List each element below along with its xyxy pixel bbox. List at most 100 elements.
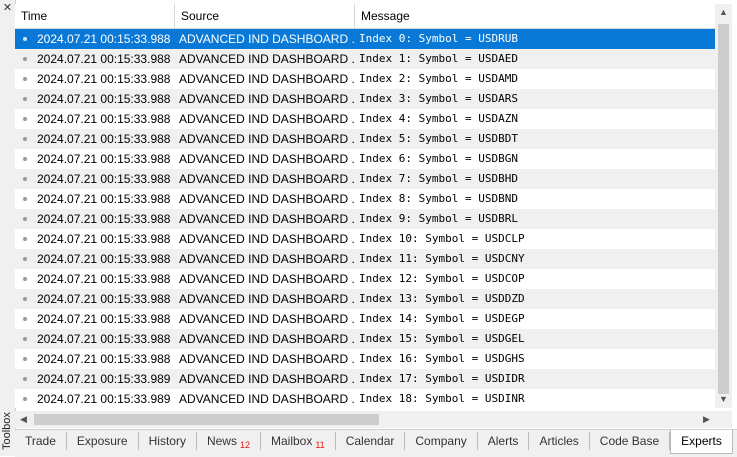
cell-source: ADVANCED IND DASHBOARD ... bbox=[179, 192, 355, 206]
tab-history[interactable]: History bbox=[139, 432, 197, 450]
tab-jou[interactable]: Jou bbox=[733, 432, 737, 450]
cell-source: ADVANCED IND DASHBOARD ... bbox=[179, 392, 355, 406]
dot-icon bbox=[23, 37, 27, 41]
time-value: 2024.07.21 00:15:33.988 bbox=[37, 192, 171, 206]
table-row[interactable]: 2024.07.21 00:15:33.988 ADVANCED IND DASH… bbox=[15, 89, 715, 109]
cell-source: ADVANCED IND DASHBOARD ... bbox=[179, 212, 355, 226]
cell-message: Index 3: Symbol = USDARS bbox=[359, 92, 518, 105]
horizontal-scrollbar[interactable]: ◀ ▶ bbox=[15, 411, 715, 428]
arrow-right-icon[interactable]: ▶ bbox=[698, 411, 715, 428]
dot-icon bbox=[23, 137, 27, 141]
toolbox-label: Toolbox bbox=[1, 412, 13, 450]
cell-time: 2024.07.21 00:15:33.988 bbox=[15, 229, 175, 249]
cell-time: 2024.07.21 00:15:33.988 bbox=[15, 29, 175, 49]
table-row[interactable]: 2024.07.21 00:15:33.988 ADVANCED IND DASH… bbox=[15, 49, 715, 69]
cell-time: 2024.07.21 00:15:33.988 bbox=[15, 149, 175, 169]
table-row[interactable]: 2024.07.21 00:15:33.988 ADVANCED IND DASH… bbox=[15, 149, 715, 169]
dot-icon bbox=[23, 277, 27, 281]
table-row[interactable]: 2024.07.21 00:15:33.988 ADVANCED IND DASH… bbox=[15, 109, 715, 129]
arrow-up-icon[interactable]: ▲ bbox=[715, 4, 732, 21]
tab-experts[interactable]: Experts bbox=[670, 430, 733, 454]
cell-source: ADVANCED IND DASHBOARD ... bbox=[179, 52, 355, 66]
dot-icon bbox=[23, 357, 27, 361]
time-value: 2024.07.21 00:15:33.988 bbox=[37, 272, 171, 286]
tab-label: Experts bbox=[681, 434, 722, 448]
cell-time: 2024.07.21 00:15:33.988 bbox=[15, 349, 175, 369]
toolbox-tab-bar: Trade Exposure History News 12 Mailbox 11 Calen… bbox=[15, 429, 737, 457]
dot-icon bbox=[23, 397, 27, 401]
dot-icon bbox=[23, 197, 27, 201]
vertical-scrollbar[interactable]: ▲ ▼ bbox=[715, 4, 732, 408]
column-header-time[interactable]: Time bbox=[15, 4, 175, 28]
cell-time: 2024.07.21 00:15:33.988 bbox=[15, 129, 175, 149]
column-header-source[interactable]: Source bbox=[175, 4, 355, 28]
tab-label: News bbox=[206, 434, 237, 448]
time-value: 2024.07.21 00:15:33.988 bbox=[37, 152, 171, 166]
cell-message: Index 12: Symbol = USDCOP bbox=[359, 272, 525, 285]
cell-source: ADVANCED IND DASHBOARD ... bbox=[179, 312, 355, 326]
tab-calendar[interactable]: Calendar bbox=[336, 432, 406, 450]
cell-time: 2024.07.21 00:15:33.988 bbox=[15, 269, 175, 289]
tab-label: Exposure bbox=[76, 434, 128, 448]
table-row[interactable]: 2024.07.21 00:15:33.988 ADVANCED IND DASH… bbox=[15, 289, 715, 309]
cell-source: ADVANCED IND DASHBOARD ... bbox=[179, 332, 355, 346]
cell-time: 2024.07.21 00:15:33.988 bbox=[15, 69, 175, 89]
time-value: 2024.07.21 00:15:33.988 bbox=[37, 112, 171, 126]
tab-label: Mailbox bbox=[270, 434, 313, 448]
time-value: 2024.07.21 00:15:33.988 bbox=[37, 292, 171, 306]
cell-message: Index 0: Symbol = USDRUB bbox=[359, 32, 518, 45]
cell-message: Index 8: Symbol = USDBND bbox=[359, 192, 518, 205]
cell-source: ADVANCED IND DASHBOARD ... bbox=[179, 272, 355, 286]
dot-icon bbox=[23, 177, 27, 181]
tab-trade[interactable]: Trade bbox=[15, 432, 67, 450]
time-value: 2024.07.21 00:15:33.988 bbox=[37, 72, 171, 86]
tab-code-base[interactable]: Code Base bbox=[590, 432, 671, 450]
cell-time: 2024.07.21 00:15:33.988 bbox=[15, 329, 175, 349]
cell-message: Index 17: Symbol = USDIDR bbox=[359, 372, 525, 385]
table-row[interactable]: 2024.07.21 00:15:33.988 ADVANCED IND DASH… bbox=[15, 249, 715, 269]
cell-message: Index 11: Symbol = USDCNY bbox=[359, 252, 525, 265]
dot-icon bbox=[23, 117, 27, 121]
tab-label: Code Base bbox=[599, 434, 660, 448]
tab-company[interactable]: Company bbox=[405, 432, 478, 450]
cell-message: Index 5: Symbol = USDBDT bbox=[359, 132, 518, 145]
cell-source: ADVANCED IND DASHBOARD ... bbox=[179, 292, 355, 306]
cell-time: 2024.07.21 00:15:33.989 bbox=[15, 369, 175, 389]
toolbox-panel: ✕ Toolbox bbox=[0, 0, 16, 456]
table-row[interactable]: 2024.07.21 00:15:33.988 ADVANCED IND DASH… bbox=[15, 69, 715, 89]
tab-label: History bbox=[148, 434, 186, 448]
dot-icon bbox=[23, 97, 27, 101]
tab-exposure[interactable]: Exposure bbox=[67, 432, 139, 450]
tab-mailbox[interactable]: Mailbox 11 bbox=[261, 432, 336, 450]
time-value: 2024.07.21 00:15:33.988 bbox=[37, 172, 171, 186]
arrow-left-icon[interactable]: ◀ bbox=[15, 411, 32, 428]
table-row[interactable]: 2024.07.21 00:15:33.988 ADVANCED IND DASH… bbox=[15, 309, 715, 329]
table-row[interactable]: 2024.07.21 00:15:33.988 ADVANCED IND DASH… bbox=[15, 189, 715, 209]
tab-label: Alerts bbox=[487, 434, 519, 448]
dot-icon bbox=[23, 317, 27, 321]
tab-news[interactable]: News 12 bbox=[197, 432, 261, 450]
tab-badge: 11 bbox=[315, 440, 325, 450]
table-row[interactable]: 2024.07.21 00:15:33.988 ADVANCED IND DASH… bbox=[15, 209, 715, 229]
table-row[interactable]: 2024.07.21 00:15:33.989 ADVANCED IND DASH… bbox=[15, 369, 715, 389]
time-value: 2024.07.21 00:15:33.988 bbox=[37, 332, 171, 346]
table-row[interactable]: 2024.07.21 00:15:33.988 ADVANCED IND DASH… bbox=[15, 269, 715, 289]
table-row[interactable]: 2024.07.21 00:15:33.988 ADVANCED IND DASH… bbox=[15, 329, 715, 349]
table-row[interactable]: 2024.07.21 00:15:33.988 ADVANCED IND DASH… bbox=[15, 229, 715, 249]
vertical-scroll-thumb[interactable] bbox=[718, 24, 729, 394]
horizontal-scroll-thumb[interactable] bbox=[34, 414, 379, 425]
table-row[interactable]: 2024.07.21 00:15:33.988 ADVANCED IND DASH… bbox=[15, 169, 715, 189]
close-icon[interactable]: ✕ bbox=[2, 3, 13, 14]
table-row[interactable]: 2024.07.21 00:15:33.989 ADVANCED IND DASH… bbox=[15, 389, 715, 408]
cell-source: ADVANCED IND DASHBOARD ... bbox=[179, 92, 355, 106]
tab-alerts[interactable]: Alerts bbox=[478, 432, 530, 450]
table-row[interactable]: 2024.07.21 00:15:33.988 ADVANCED IND DASH… bbox=[15, 29, 715, 49]
table-row[interactable]: 2024.07.21 00:15:33.988 ADVANCED IND DASH… bbox=[15, 349, 715, 369]
tab-articles[interactable]: Articles bbox=[529, 432, 590, 450]
table-row[interactable]: 2024.07.21 00:15:33.988 ADVANCED IND DASH… bbox=[15, 129, 715, 149]
column-header-message[interactable]: Message bbox=[355, 4, 715, 28]
arrow-down-icon[interactable]: ▼ bbox=[715, 391, 732, 408]
cell-message: Index 14: Symbol = USDEGP bbox=[359, 312, 525, 325]
cell-time: 2024.07.21 00:15:33.988 bbox=[15, 109, 175, 129]
dot-icon bbox=[23, 57, 27, 61]
